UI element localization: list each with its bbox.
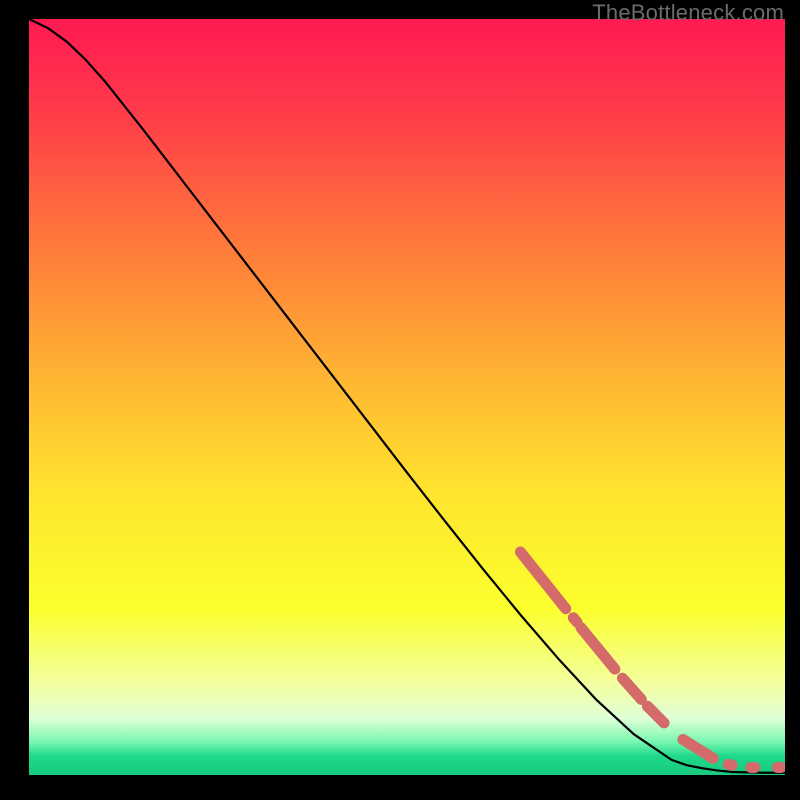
highlight-segment-1: [573, 618, 577, 623]
chart-svg: [29, 19, 785, 775]
plot-area: [29, 19, 785, 775]
highlight-segment-6: [728, 764, 732, 765]
gradient-background: [29, 19, 785, 775]
watermark-text: TheBottleneck.com: [592, 0, 784, 26]
chart-stage: TheBottleneck.com: [0, 0, 800, 800]
